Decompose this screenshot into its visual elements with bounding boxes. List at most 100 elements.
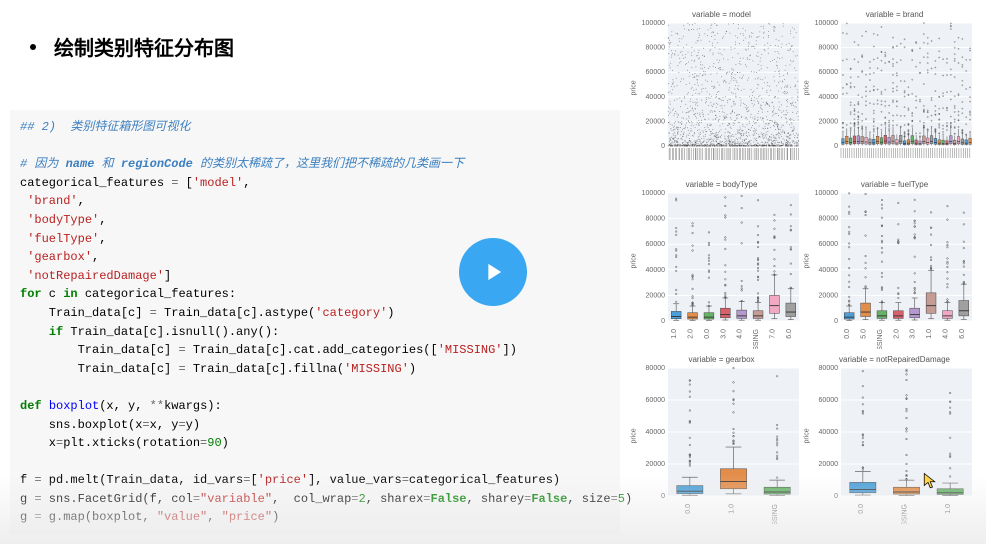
svg-text:80000: 80000 (646, 45, 666, 52)
svg-text:MISSING: MISSING (877, 329, 884, 349)
code-text: ) (409, 362, 416, 376)
chart-title: variable = notRepairedDamage (811, 355, 978, 364)
y-axis-label: price (804, 253, 811, 268)
svg-text:80000: 80000 (819, 216, 839, 223)
code-comment-header: ## 2) 类别特征箱形图可视化 (20, 120, 190, 134)
svg-text:20000: 20000 (819, 292, 839, 299)
code-comment-region: regionCode (121, 157, 193, 171)
svg-text:100000: 100000 (642, 20, 665, 27)
code-comma: , (92, 250, 99, 264)
code-text: y) (186, 418, 200, 432)
code-text: (x, y, (99, 399, 149, 413)
svg-text:80000: 80000 (819, 365, 839, 372)
svg-text:0: 0 (661, 318, 665, 325)
chart-title: variable = brand (811, 10, 978, 19)
code-block: ## 2) 类别特征箱形图可视化 # 因为 name 和 regionCode … (10, 110, 620, 535)
code-comma: , (78, 194, 85, 208)
code-comma: , (99, 213, 106, 227)
code-str: 'MISSING' (438, 343, 503, 357)
code-text: plt.xticks(rotation (63, 436, 200, 450)
code-eq: = (150, 306, 157, 320)
svg-text:60000: 60000 (646, 397, 666, 404)
svg-text:20000: 20000 (819, 118, 839, 125)
chart-title: variable = gearbox (638, 355, 805, 364)
svg-text:1.0: 1.0 (926, 329, 933, 339)
code-text: sns.boxplot(x (20, 418, 142, 432)
code-text: ) (387, 306, 394, 320)
code-text: [ (178, 176, 192, 190)
svg-text:3.0: 3.0 (910, 329, 917, 339)
svg-text:100000: 100000 (815, 20, 838, 27)
svg-text:6.0: 6.0 (959, 329, 966, 339)
svg-text:100000: 100000 (642, 190, 665, 197)
play-button[interactable] (459, 238, 527, 306)
svg-text:40000: 40000 (819, 94, 839, 101)
svg-text:0.0: 0.0 (844, 329, 851, 339)
code-kw: in (63, 287, 77, 301)
cursor-icon (922, 472, 940, 490)
code-str: 'bodyType' (27, 213, 99, 227)
code-str: 'model' (193, 176, 243, 190)
chart-title: variable = bodyType (638, 180, 805, 189)
code-text: x (20, 436, 56, 450)
code-str: 'notRepairedDamage' (27, 269, 164, 283)
code-line: categorical_features (20, 176, 171, 190)
svg-text:2.0: 2.0 (893, 329, 900, 339)
svg-text:80000: 80000 (646, 365, 666, 372)
svg-text:60000: 60000 (646, 69, 666, 76)
code-eq: = (178, 418, 185, 432)
svg-text:20000: 20000 (646, 292, 666, 299)
code-op: ** (150, 399, 164, 413)
code-comment-name: name (66, 157, 95, 171)
code-str: 'gearbox' (27, 250, 92, 264)
svg-text:60000: 60000 (646, 241, 666, 248)
svg-text:40000: 40000 (646, 94, 666, 101)
code-comma: , (243, 176, 250, 190)
svg-text:4.0: 4.0 (737, 329, 744, 339)
code-eq: = (178, 362, 185, 376)
svg-text:40000: 40000 (819, 429, 839, 436)
code-eq: = (142, 418, 149, 432)
chart-svg: 0200004000060000800001000000.05.0MISSING… (811, 189, 976, 349)
chart-panel: variable = fuelTypeprice0200004000060000… (811, 180, 978, 349)
play-icon (479, 258, 507, 286)
svg-text:100000: 100000 (815, 190, 838, 197)
code-str: 'MISSING' (344, 362, 409, 376)
svg-text:2.0: 2.0 (688, 329, 695, 339)
svg-text:1.0: 1.0 (671, 329, 678, 339)
chart-svg: 020000400006000080000100000 (811, 19, 976, 174)
chart-panel: variable = brandprice0200004000060000800… (811, 10, 978, 174)
y-axis-label: price (631, 80, 638, 95)
code-text: x, y (150, 418, 179, 432)
bullet-icon (30, 44, 36, 50)
code-text: c (42, 287, 64, 301)
svg-text:4.0: 4.0 (942, 329, 949, 339)
code-str: 'brand' (27, 194, 77, 208)
svg-text:20000: 20000 (646, 461, 666, 468)
svg-text:80000: 80000 (646, 216, 666, 223)
svg-text:5.0: 5.0 (861, 329, 868, 339)
code-text: Train_data[c].fillna( (186, 362, 344, 376)
code-text: kwargs): (164, 399, 222, 413)
y-axis-label: price (804, 80, 811, 95)
svg-text:7.0: 7.0 (769, 329, 776, 339)
charts-grid: variable = modelprice0200004000060000800… (638, 10, 978, 524)
chart-svg: 0200004000060000800001000001.02.00.03.04… (638, 189, 803, 349)
svg-text:0: 0 (834, 143, 838, 150)
svg-text:3.0: 3.0 (720, 329, 727, 339)
code-str: 'fuelType' (27, 232, 99, 246)
y-axis-label: price (631, 428, 638, 443)
code-text: Train_data[c] (20, 343, 178, 357)
code-fn: boxplot (49, 399, 99, 413)
code-text: Train_data[c].astype( (157, 306, 315, 320)
code-str: 'category' (315, 306, 387, 320)
svg-text:0.0: 0.0 (704, 329, 711, 339)
svg-text:MISSING: MISSING (753, 329, 760, 349)
y-axis-label: price (631, 253, 638, 268)
svg-text:40000: 40000 (646, 429, 666, 436)
code-text: Train_data[c] (20, 306, 150, 320)
code-text: Train_data[c] (20, 362, 178, 376)
svg-text:80000: 80000 (819, 45, 839, 52)
code-text: Train_data[c].isnull().any(): (63, 325, 279, 339)
code-text: ] (164, 269, 171, 283)
